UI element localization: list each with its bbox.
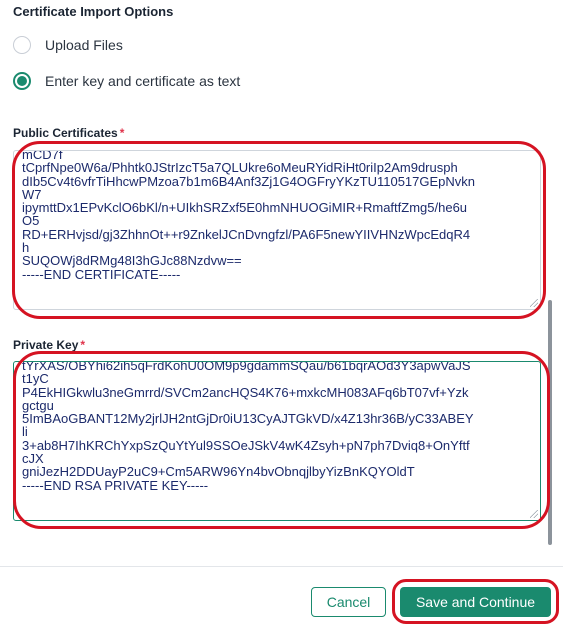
public-certificates-label: Public Certificates * [13,126,124,140]
private-key-line: 5ImBAoGBANT12My2jrlJH2ntGjDr0iU13CyAJTGk… [22,411,474,427]
private-key-label: Private Key * [13,338,85,352]
section-title: Certificate Import Options [13,4,174,19]
certificate-line: O5 [22,213,40,229]
certificate-line: RD+ERHvjsd/gj3ZhhnOt++r9ZnkelJCnDvngfzl/… [22,226,471,242]
certificate-line: tCprfNpe0W6a/Phhtk0JStrIzcT5a7QLUkre6oMe… [22,160,458,176]
certificate-line: -----END CERTIFICATE----- [22,266,181,282]
radio-dot [17,76,27,86]
private-key-line: tYrXAS/OBYhi62ih5qFrdKohU0OM9p9gdammSQau… [22,361,471,373]
required-asterisk: * [119,126,125,140]
certificate-line: dIb5Cv4t6vfrTiHhcwPMzoa7b1m6B4Anf3Zj1G4O… [22,173,476,189]
resize-grip-icon[interactable] [530,510,538,518]
private-key-line: gctgu [22,397,54,413]
radio-unchecked[interactable] [13,36,31,54]
private-key-line: t1yC [22,371,49,387]
footer-divider [0,566,563,567]
public-certificates-textarea[interactable]: mCD7f tCprfNpe0W6a/Phhtk0JStrIzcT5a7QLUkr… [13,150,541,310]
private-key-textarea[interactable]: tYrXAS/OBYhi62ih5qFrdKohU0OM9p9gdammSQau… [13,361,541,521]
private-key-line: gniJezH2DDUayP2uC9+Cm5ARW96Yn4bvObnqjlby… [22,464,415,480]
certificate-line: ipymttDx1EPvKclO6bKl/n+UIkhSRZxf5E0hmNHU… [22,200,468,216]
private-key-line: 3+ab8H7IhKRChYxpSzQuYtYul9SSOeJSkV4wK4Zs… [22,437,470,453]
save-and-continue-button[interactable]: Save and Continue [400,587,551,617]
upload-files-option[interactable]: Upload Files [13,33,123,57]
radio-checked[interactable] [13,72,31,90]
certificate-line: h [22,240,30,256]
upload-files-label: Upload Files [45,37,123,53]
public-certificates-label-text: Public Certificates [13,126,118,140]
enter-as-text-label: Enter key and certificate as text [45,73,241,89]
cancel-button[interactable]: Cancel [311,587,386,617]
private-key-line: cJX [22,451,44,467]
public-certificates-text: mCD7f tCprfNpe0W6a/Phhtk0JStrIzcT5a7QLUkr… [22,151,476,282]
required-asterisk: * [80,338,86,352]
enter-as-text-option[interactable]: Enter key and certificate as text [13,69,240,93]
certificate-line: W7 [22,186,42,202]
private-key-label-text: Private Key [13,338,79,352]
private-key-line: -----END RSA PRIVATE KEY----- [22,477,209,493]
resize-grip-icon[interactable] [530,299,538,307]
certificate-line: SUQOWj8dRMg48I3hGJc88Nzdvw== [22,253,242,269]
scrollbar-thumb[interactable] [548,300,552,545]
private-key-text: tYrXAS/OBYhi62ih5qFrdKohU0OM9p9gdammSQau… [22,361,474,493]
private-key-line: P4EkHIGkwlu3neGmrrd/SVCm2ancHQS4K76+mxkc… [22,384,469,400]
private-key-line: li [22,424,28,440]
certificate-import-panel: Certificate Import Options Upload Files … [0,0,552,626]
